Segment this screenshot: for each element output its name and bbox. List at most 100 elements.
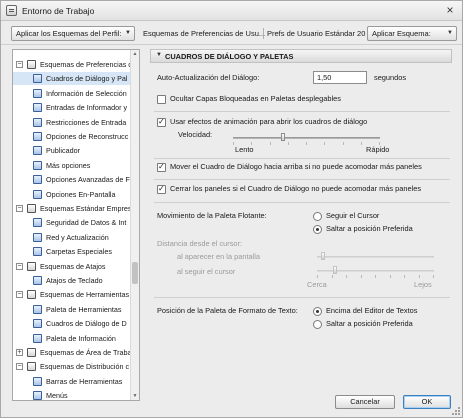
slider-tick bbox=[324, 142, 326, 145]
scroll-thumb[interactable] bbox=[132, 262, 138, 284]
settings-panel: ▼ CUADROS DE DIÁLOGO Y PALETAS Auto-Actu… bbox=[150, 49, 452, 391]
tree-item[interactable]: Atajos de Teclado bbox=[13, 274, 130, 287]
auto-update-label: Auto-Actualización del Diálogo: bbox=[157, 73, 260, 82]
follow-slider-thumb[interactable] bbox=[332, 266, 337, 274]
tree-group[interactable]: − Esquemas de Distribución c bbox=[13, 360, 130, 373]
tree-group[interactable]: − Esquemas de Preferencias c bbox=[13, 58, 130, 71]
slider-tick bbox=[317, 275, 318, 278]
collapse-icon[interactable]: − bbox=[16, 262, 23, 270]
speed-slider-thumb[interactable] bbox=[280, 133, 285, 141]
text-jump-preferred-label: Saltar a posición Preferida bbox=[326, 319, 413, 328]
tree-item[interactable]: Información de Selección bbox=[13, 87, 130, 100]
tree-item[interactable]: Menús bbox=[13, 389, 130, 400]
tree-group[interactable]: − Esquemas de Atajos bbox=[13, 260, 130, 273]
follow-distance-label: al seguir el cursor bbox=[177, 267, 236, 276]
slider-tick bbox=[389, 275, 391, 278]
tree-item[interactable]: Cuadros de Diálogo de D bbox=[13, 317, 130, 330]
hide-locked-layers-checkbox[interactable] bbox=[157, 95, 166, 104]
tree-item[interactable]: Carpetas Especiales bbox=[13, 245, 130, 258]
auto-update-input[interactable]: 1,50 bbox=[313, 71, 367, 84]
tree-item-label: Cuadros de Diálogo de D bbox=[46, 319, 127, 329]
folder-icon bbox=[27, 261, 36, 271]
expand-icon[interactable]: + bbox=[16, 349, 23, 356]
tree-group[interactable]: − Esquemas de Herramientas bbox=[13, 288, 130, 301]
tree-item-label: Información de Selección bbox=[46, 88, 127, 98]
move-dialog-checkbox[interactable] bbox=[157, 162, 166, 172]
tree-item[interactable]: Opciones Avanzadas de F bbox=[13, 173, 130, 186]
tree-item[interactable]: Seguridad de Datos & Int bbox=[13, 216, 130, 229]
resize-grip[interactable] bbox=[452, 407, 460, 415]
tree-item[interactable]: Publicador bbox=[13, 144, 130, 157]
tree-scrollbar[interactable]: ▲ ▼ bbox=[130, 50, 139, 400]
tree-item[interactable]: Paleta de Herramientas bbox=[13, 303, 130, 316]
collapse-icon[interactable]: − bbox=[16, 291, 23, 299]
tree-item[interactable]: Restricciones de Entrada bbox=[13, 116, 130, 129]
tree-item[interactable]: Entradas de Informador y bbox=[13, 101, 130, 114]
folder-icon bbox=[27, 204, 36, 213]
scheme-name: Prefs de Usuario Estándar 20 bbox=[267, 29, 366, 38]
tree-item-label: Paleta de Herramientas bbox=[46, 304, 122, 314]
tree-item[interactable]: Red y Actualización bbox=[13, 231, 130, 244]
tree-item[interactable]: Más opciones bbox=[13, 159, 130, 172]
tree-item[interactable]: Opciones de Reconstrucc bbox=[13, 130, 130, 143]
close-button[interactable]: × bbox=[443, 4, 457, 17]
profile-scheme-dropdown[interactable]: Aplicar los Esquemas del Perfil: ▼ bbox=[11, 26, 135, 41]
appear-slider-thumb[interactable] bbox=[320, 252, 325, 260]
dialog-icon bbox=[33, 319, 42, 329]
move-dialog-label: Mover el Cuadro de Diálogo hacia arriba … bbox=[170, 162, 422, 171]
cursor-distance-label: Distancia desde el cursor: bbox=[157, 239, 243, 248]
tree-item-label: Cuadros de Diálogo y Pal bbox=[46, 74, 128, 84]
close-panels-label: Cerrar los paneles si el Cuadro de Diálo… bbox=[170, 184, 422, 193]
input-icon bbox=[33, 103, 42, 113]
menus-icon bbox=[33, 391, 42, 400]
above-editor-label: Encima del Editor de Textos bbox=[326, 306, 418, 315]
ok-button[interactable]: OK bbox=[403, 395, 451, 409]
tree-group[interactable]: − Esquemas Estándar Empres bbox=[13, 202, 130, 215]
constraint-icon bbox=[33, 117, 42, 127]
scroll-up-icon[interactable]: ▲ bbox=[131, 50, 139, 58]
category-tree: − Esquemas de Preferencias c Cuadros de Di… bbox=[12, 49, 140, 401]
cancel-button[interactable]: Cancelar bbox=[335, 395, 395, 409]
security-icon bbox=[33, 218, 42, 228]
animation-checkbox[interactable] bbox=[157, 117, 166, 127]
info-palette-icon bbox=[33, 333, 42, 343]
window-title: Entorno de Trabajo bbox=[22, 6, 95, 16]
slider-tick bbox=[404, 275, 405, 278]
speed-slider-ticks bbox=[233, 142, 380, 145]
info-icon bbox=[33, 88, 42, 98]
tree-group[interactable]: + Esquemas de Área de Trabaj bbox=[13, 346, 130, 359]
apply-scheme-dropdown[interactable]: Aplicar Esquema: ▼ bbox=[367, 26, 457, 41]
follow-cursor-radio[interactable] bbox=[313, 212, 322, 221]
scheme-toolbar: Aplicar los Esquemas del Perfil: ▼ Esque… bbox=[1, 22, 462, 45]
tree-item[interactable]: Cuadros de Diálogo y Pal bbox=[13, 72, 130, 86]
collapse-icon[interactable]: − bbox=[16, 363, 23, 371]
advanced-icon bbox=[33, 175, 42, 185]
section-header[interactable]: ▼ CUADROS DE DIÁLOGO Y PALETAS bbox=[150, 49, 452, 63]
text-jump-preferred-radio[interactable] bbox=[313, 320, 322, 329]
profile-scheme-label: Aplicar los Esquemas del Perfil: bbox=[16, 29, 122, 38]
toolbars-icon bbox=[33, 376, 42, 386]
tree-item[interactable]: Opciones En-Pantalla bbox=[13, 188, 130, 201]
distance-slider-ticks bbox=[317, 275, 434, 278]
tree-item[interactable]: Paleta de Información bbox=[13, 332, 130, 345]
jump-preferred-radio[interactable] bbox=[313, 225, 322, 234]
collapse-triangle-icon: ▼ bbox=[156, 52, 162, 58]
appear-slider-track[interactable] bbox=[317, 256, 434, 258]
tree-item-label: Opciones de Reconstrucc bbox=[46, 132, 129, 141]
collapse-icon[interactable]: − bbox=[16, 205, 23, 212]
tree-item-label: Opciones En-Pantalla bbox=[46, 189, 116, 199]
folders-icon bbox=[33, 247, 42, 257]
tree-item[interactable]: Barras de Herramientas bbox=[13, 375, 130, 388]
tree-item-label: Restricciones de Entrada bbox=[46, 117, 127, 127]
toolbox-icon bbox=[33, 304, 42, 314]
slider-tick bbox=[433, 275, 434, 278]
scroll-down-icon[interactable]: ▼ bbox=[131, 392, 139, 400]
close-panels-checkbox[interactable] bbox=[157, 184, 166, 194]
slider-tick bbox=[346, 275, 347, 278]
above-editor-radio[interactable] bbox=[313, 307, 322, 316]
appear-label: al aparecer en la pantalla bbox=[177, 252, 260, 261]
slider-tick bbox=[342, 142, 344, 145]
collapse-icon[interactable]: − bbox=[16, 61, 23, 68]
tree-item-label: Más opciones bbox=[46, 160, 91, 170]
speed-slider-track[interactable] bbox=[233, 137, 380, 139]
